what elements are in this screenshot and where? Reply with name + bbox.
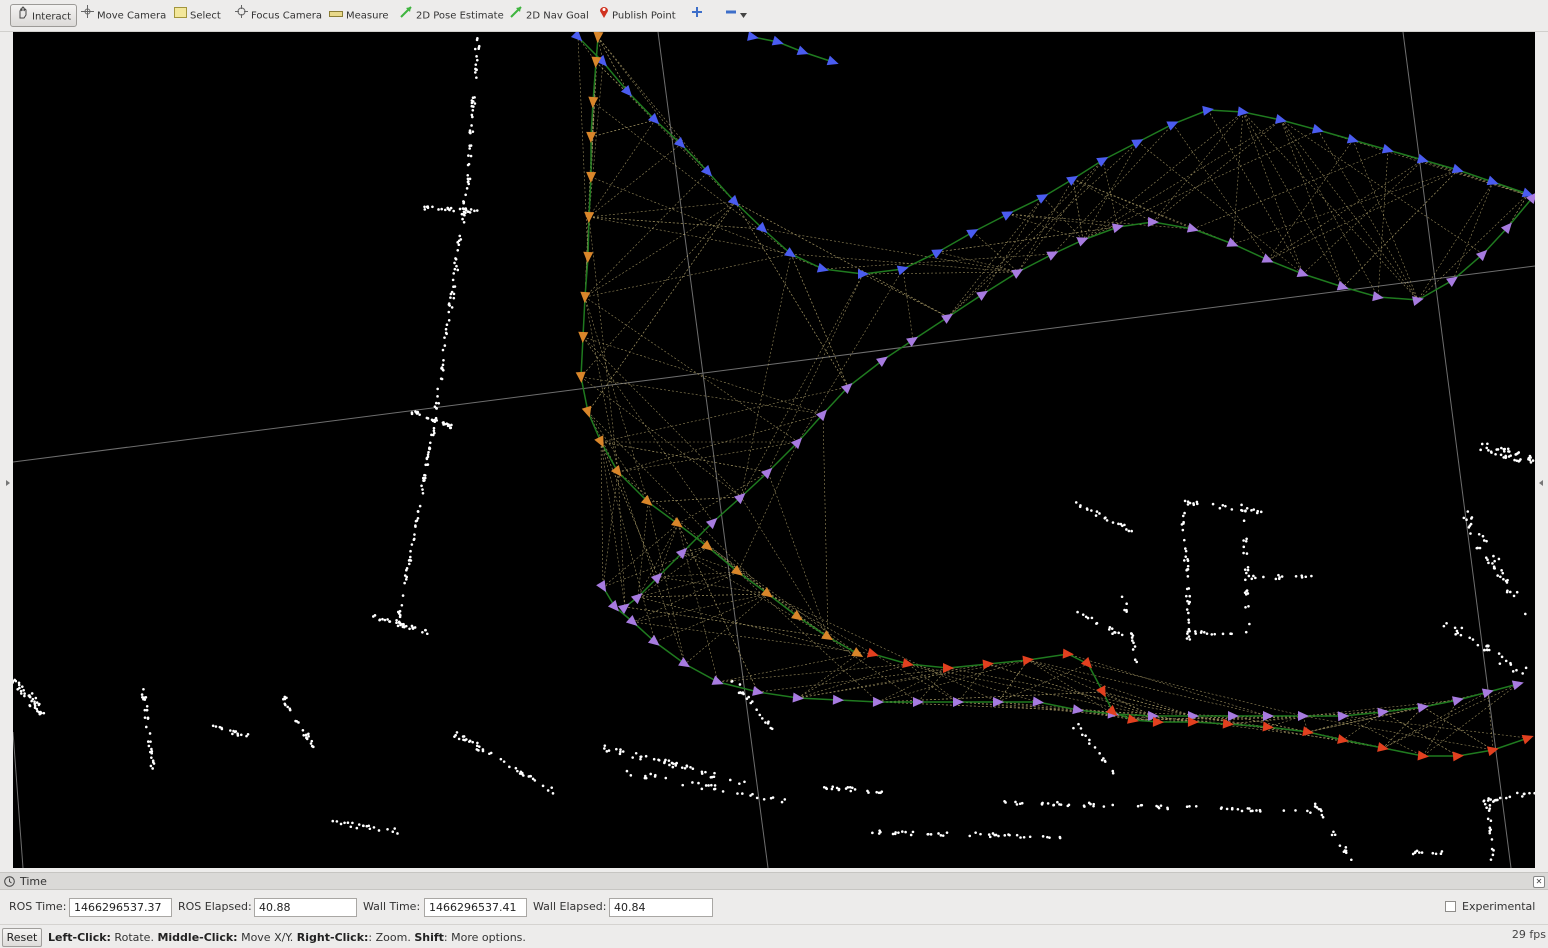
ros-elapsed-label: ROS Elapsed:	[178, 900, 252, 913]
chevron-down-icon	[740, 4, 747, 27]
publish-point-label: Publish Point	[612, 10, 676, 22]
fps-counter: 29 fps	[1511, 928, 1546, 941]
left-click-action: Rotate.	[110, 931, 158, 944]
measure-tool[interactable]: Measure	[324, 4, 394, 27]
wall-time-field[interactable]	[424, 898, 527, 917]
middle-click-key: Middle-Click:	[157, 931, 238, 944]
toolbar: Interact Move Camera Select Focus Camera…	[0, 0, 1548, 32]
middle-click-action: Move X/Y.	[237, 931, 297, 944]
wall-time-label: Wall Time:	[363, 900, 421, 913]
interact-tool[interactable]: Interact	[10, 4, 78, 28]
time-panel: ROS Time: ROS Elapsed: Wall Time: Wall E…	[0, 892, 1548, 922]
experimental-label: Experimental	[1462, 900, 1536, 913]
experimental-checkbox[interactable]	[1445, 901, 1456, 912]
shift-action: : More options.	[443, 931, 526, 944]
ros-time-field[interactable]	[69, 898, 172, 917]
publish-point-tool[interactable]: Publish Point	[594, 4, 681, 27]
focus-camera-icon	[235, 4, 248, 27]
3d-render-viewport[interactable]	[13, 32, 1535, 868]
pose-estimate-tool[interactable]: 2D Pose Estimate	[395, 4, 509, 27]
right-click-action: : Zoom.	[368, 931, 415, 944]
ros-elapsed-field[interactable]	[254, 898, 357, 917]
ruler-icon	[329, 4, 343, 27]
mouse-help-text: Left-Click: Rotate. Middle-Click: Move X…	[48, 931, 526, 944]
green-arrow-icon	[400, 4, 413, 27]
focus-camera-tool[interactable]: Focus Camera	[230, 4, 327, 27]
right-click-key: Right-Click:	[296, 931, 369, 944]
point-cloud	[13, 37, 1535, 862]
reset-button[interactable]: Reset	[2, 928, 42, 947]
map-pin-icon	[599, 4, 609, 27]
clock-icon	[4, 876, 15, 890]
wall-elapsed-field[interactable]	[609, 898, 713, 917]
map-scene[interactable]	[13, 32, 1535, 868]
hand-icon	[16, 5, 29, 28]
nav-goal-tool[interactable]: 2D Nav Goal	[505, 4, 594, 27]
shift-key: Shift	[414, 931, 444, 944]
pose-graph-path	[577, 36, 1534, 757]
pose-estimate-label: 2D Pose Estimate	[416, 10, 504, 22]
status-bar: Reset Left-Click: Rotate. Middle-Click: …	[0, 924, 1548, 948]
interact-label: Interact	[32, 11, 72, 23]
move-camera-tool[interactable]: Move Camera	[76, 4, 171, 27]
wall-elapsed-label: Wall Elapsed:	[533, 900, 607, 913]
left-dock-splitter[interactable]	[0, 32, 13, 868]
move-camera-label: Move Camera	[97, 10, 167, 22]
graph-constraints	[577, 36, 1534, 757]
time-panel-title: Time	[20, 875, 47, 888]
add-tool-button[interactable]	[686, 4, 711, 27]
left-click-key: Left-Click:	[48, 931, 111, 944]
plus-icon	[691, 4, 703, 27]
green-arrow-icon	[510, 4, 523, 27]
time-panel-header: Time ✕	[0, 872, 1548, 890]
move-camera-icon	[81, 4, 94, 27]
select-label: Select	[190, 10, 221, 22]
remove-tool-dropdown[interactable]	[720, 4, 755, 27]
measure-label: Measure	[346, 10, 389, 22]
close-icon[interactable]: ✕	[1533, 876, 1545, 888]
minus-icon	[725, 4, 737, 27]
right-dock-splitter[interactable]	[1535, 32, 1548, 868]
expand-left-icon	[6, 480, 10, 486]
ground-grid	[13, 32, 1535, 868]
nav-goal-label: 2D Nav Goal	[526, 10, 589, 22]
ros-time-label: ROS Time:	[9, 900, 67, 913]
select-tool[interactable]: Select	[169, 4, 226, 27]
focus-camera-label: Focus Camera	[251, 10, 322, 22]
expand-right-icon	[1539, 480, 1543, 486]
pose-markers	[570, 32, 1535, 762]
select-icon	[174, 4, 187, 27]
